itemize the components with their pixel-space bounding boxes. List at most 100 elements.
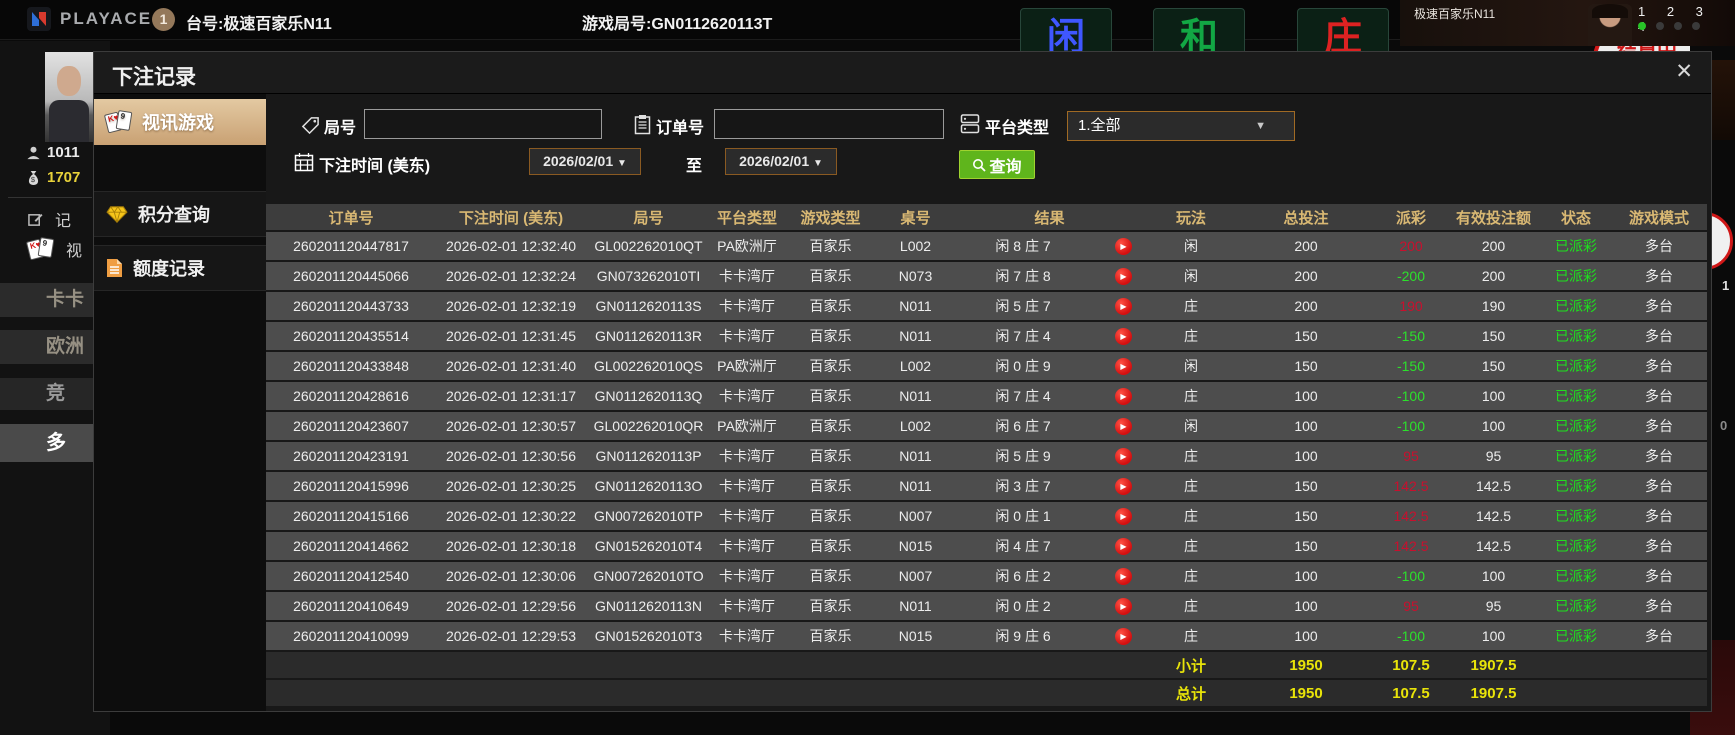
cell-table-number: N015 [898,628,933,644]
modal-content: 局号 订单号 平台类型 1.全部 ▼ 下注时间 (美东) 2026/02/01 … [266,94,1711,711]
cell-platform-type: 卡卡湾厅 [719,628,775,644]
result-text: 闲 0 庄 1 [995,508,1051,524]
search-icon [973,158,987,172]
seat-dot-active [1638,22,1646,30]
document-icon [107,259,122,277]
chevron-down-icon: ▼ [813,158,823,169]
dealer-figure [1588,4,1632,46]
subtotal-payout: 107.5 [1392,656,1430,674]
cell-round-number: GN0112620113R [595,328,702,344]
cell-total-bet: 150 [1294,358,1318,374]
replay-play-button[interactable]: ▶ [1115,447,1132,465]
subtotal-label: 小计 [1175,657,1206,675]
cell-result: 闲 5 庄 9 ▶ [953,446,1146,466]
cell-order-number: 260201120435514 [293,328,409,344]
cell-valid-bet: 150 [1481,358,1506,374]
column-header: 游戏类型 [800,209,861,227]
replay-play-button[interactable]: ▶ [1115,597,1132,615]
video-game-row-fragment[interactable]: K♥ 9 视 [25,237,82,261]
total-valid-bet: 1907.5 [1470,684,1517,702]
tab-video-games[interactable]: K♥ 9 视讯游戏 [94,99,280,145]
query-button[interactable]: 查询 [959,150,1035,179]
column-header: 桌号 [900,209,931,227]
cell-table-number: N007 [898,508,933,524]
cell-total-bet: 200 [1294,298,1318,314]
subtotal-total-bet: 1950 [1289,656,1323,674]
replay-play-button[interactable]: ▶ [1115,567,1132,585]
tab-points-query[interactable]: 积分查询 [94,191,266,237]
seat-dot [1674,22,1682,30]
cell-bet-time: 2026-02-01 12:29:56 [446,598,576,614]
cell-game-type: 百家乐 [809,568,852,584]
cell-table-number: L002 [899,238,932,254]
tab-label: 额度记录 [133,259,205,279]
replay-play-button[interactable]: ▶ [1115,477,1132,495]
cell-game-mode: 多台 [1645,478,1673,494]
table-row: 260201120428616 2026-02-01 12:31:17 GN01… [266,382,1707,410]
tab-quota-records[interactable]: 额度记录 [94,245,266,291]
result-text: 闲 0 庄 2 [995,598,1051,614]
date-to-picker[interactable]: 2026/02/01 ▼ [725,148,837,175]
order-number-input[interactable] [714,109,944,139]
cell-valid-bet: 142.5 [1475,508,1512,524]
table-row: 260201120435514 2026-02-01 12:31:45 GN01… [266,322,1707,350]
replay-play-button[interactable]: ▶ [1115,357,1132,375]
replay-play-button[interactable]: ▶ [1115,387,1132,405]
close-icon[interactable]: ✕ [1675,60,1693,84]
cell-round-number: GN015262010T3 [594,628,703,644]
cell-round-number: GL002262010QR [593,418,704,434]
cell-status: 已派彩 [1555,238,1597,254]
result-text: 闲 3 庄 7 [995,478,1051,494]
subtotal-row: 小计 1950 107.5 1907.5 [266,652,1707,678]
cell-bet-type: 闲 [1184,358,1198,374]
table-body: 260201120447817 2026-02-01 12:32:40 GL00… [266,232,1707,650]
cell-valid-bet: 200 [1481,268,1506,284]
bet-time-filter-label: 下注时间 (美东) [319,158,431,175]
result-text: 闲 7 庄 4 [995,388,1051,404]
cell-table-number: N011 [899,328,932,344]
cell-result: 闲 7 庄 4 ▶ [953,386,1146,406]
replay-play-button[interactable]: ▶ [1115,267,1132,285]
query-button-label: 查询 [989,158,1022,176]
cell-order-number: 260201120410649 [293,598,409,614]
cell-payout: -100 [1396,628,1426,644]
cell-table-number: N011 [899,298,932,314]
replay-play-button[interactable]: ▶ [1115,297,1132,315]
replay-play-button[interactable]: ▶ [1115,507,1132,525]
cell-table-number: N015 [898,538,933,554]
cell-game-mode: 多台 [1645,538,1673,554]
user-id-row: 1011 [26,144,80,161]
cell-payout: 190 [1399,298,1423,314]
note-row-fragment[interactable]: 记 [28,207,71,231]
cell-status: 已派彩 [1555,568,1597,584]
replay-play-button[interactable]: ▶ [1115,627,1132,645]
cell-table-number: N011 [899,448,932,464]
result-text: 闲 0 庄 9 [995,358,1051,374]
live-video-thumbnail[interactable]: 极速百家乐N11 1 2 3 4 [1400,0,1735,46]
cell-result: 闲 5 庄 7 ▶ [953,296,1146,316]
cell-result: 闲 8 庄 7 ▶ [953,236,1146,256]
road-digit: 0 [1720,418,1728,433]
cell-result: 闲 4 庄 7 ▶ [953,536,1146,556]
bet-records-table: 订单号 下注时间 (美东) 局号 平台类型 游戏类型 桌号 结果 玩法 总投注 派彩 有效投注额 状态… [266,204,1707,706]
cell-table-number: N011 [899,598,932,614]
replay-play-button[interactable]: ▶ [1115,417,1132,435]
cell-order-number: 260201120428616 [293,388,409,404]
cell-game-type: 百家乐 [809,598,852,614]
round-filter-label: 局号 [324,120,357,137]
date-from-picker[interactable]: 2026/02/01 ▼ [529,148,641,175]
cell-bet-time: 2026-02-01 12:30:56 [446,448,576,464]
replay-play-button[interactable]: ▶ [1115,537,1132,555]
cell-valid-bet: 142.5 [1475,538,1512,554]
cell-valid-bet: 150 [1481,328,1506,344]
replay-play-button[interactable]: ▶ [1115,327,1132,345]
round-number-input[interactable] [364,109,602,139]
brand-text: PLAYACE [60,9,153,28]
replay-play-button[interactable]: ▶ [1115,237,1132,255]
platform-type-select[interactable]: 1.全部 ▼ [1067,111,1295,141]
cell-table-number: L002 [899,358,932,374]
cards-icon: K♥ 9 [25,237,55,261]
cell-order-number: 260201120410099 [293,628,409,644]
date-range-to-label: 至 [686,158,703,175]
table-row: 260201120447817 2026-02-01 12:32:40 GL00… [266,232,1707,260]
